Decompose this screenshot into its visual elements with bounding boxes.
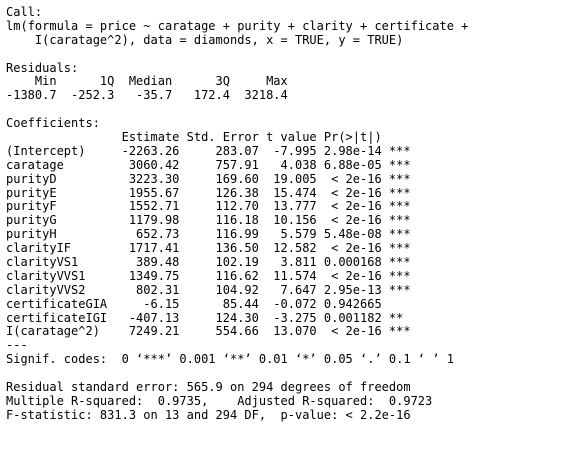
coefficient-term: certificateIGI xyxy=(6,311,122,325)
coefficient-row: clarityVVS2 802.31 104.92 7.647 2.95e-13… xyxy=(6,284,570,298)
signif-separator: --- xyxy=(6,339,28,353)
residuals-labels: Min 1Q Median 3Q Max xyxy=(6,75,295,89)
f-statistic: F-statistic: 831.3 on 13 and 294 DF, p-v… xyxy=(6,408,411,422)
coefficient-values: -2263.26 283.07 -7.995 2.98e-14 *** xyxy=(121,144,411,158)
coefficient-values: 1955.67 126.38 15.474 < 2e-16 *** xyxy=(121,186,411,200)
coefficient-values: -6.15 85.44 -0.072 0.942665 xyxy=(121,297,411,311)
coefficient-term: certificateGIA xyxy=(6,297,122,311)
coefficient-row: clarityVS1 389.48 102.19 3.811 0.000168 … xyxy=(6,256,570,270)
coefficients-header: Coefficients: xyxy=(6,117,100,131)
r-console-output: Call: lm(formula = price ~ caratage + pu… xyxy=(6,6,570,466)
coefficient-term: clarityIF xyxy=(6,242,122,256)
coefficient-row: purityE 1955.67 126.38 15.474 < 2e-16 **… xyxy=(6,187,570,201)
coefficient-values: 7249.21 554.66 13.070 < 2e-16 *** xyxy=(121,325,411,339)
coefficient-row: I(caratage^2) 7249.21 554.66 13.070 < 2e… xyxy=(6,325,570,339)
coefficient-values: 1717.41 136.50 12.582 < 2e-16 *** xyxy=(121,242,411,256)
coefficient-values: 389.48 102.19 3.811 0.000168 *** xyxy=(121,256,411,270)
coefficient-values: 1552.71 112.70 13.777 < 2e-16 *** xyxy=(121,200,411,214)
coefficient-term: purityG xyxy=(6,214,122,228)
coefficient-term: clarityVVS2 xyxy=(6,283,122,297)
coefficient-term: purityD xyxy=(6,172,122,186)
coefficient-term: purityE xyxy=(6,186,122,200)
coefficient-values: 652.73 116.99 5.579 5.48e-08 *** xyxy=(121,228,411,242)
coefficient-values: -407.13 124.30 -3.275 0.001182 ** xyxy=(121,311,411,325)
coefficient-row: clarityVVS1 1349.75 116.62 11.574 < 2e-1… xyxy=(6,270,570,284)
coefficient-term: clarityVS1 xyxy=(6,256,122,270)
residuals-header: Residuals: xyxy=(6,61,79,75)
coefficient-values: 1349.75 116.62 11.574 < 2e-16 *** xyxy=(121,269,411,283)
coefficient-row: certificateGIA -6.15 85.44 -0.072 0.9426… xyxy=(6,298,570,312)
signif-codes: Signif. codes: 0 ‘***’ 0.001 ‘**’ 0.01 ‘… xyxy=(6,353,454,367)
coefficient-row: purityG 1179.98 116.18 10.156 < 2e-16 **… xyxy=(6,214,570,228)
coefficients-column-headers: Estimate Std. Error t value Pr(>|t|) xyxy=(6,131,411,145)
coefficient-row: certificateIGI -407.13 124.30 -3.275 0.0… xyxy=(6,312,570,326)
coefficient-term: I(caratage^2) xyxy=(6,325,122,339)
coefficient-term: purityH xyxy=(6,228,122,242)
coefficient-term: purityF xyxy=(6,200,122,214)
coefficient-row: purityF 1552.71 112.70 13.777 < 2e-16 **… xyxy=(6,200,570,214)
coefficient-values: 3060.42 757.91 4.038 6.88e-05 *** xyxy=(121,158,411,172)
coefficient-row: (Intercept) -2263.26 283.07 -7.995 2.98e… xyxy=(6,145,570,159)
r-squared: Multiple R-squared: 0.9735, Adjusted R-s… xyxy=(6,394,440,408)
coefficient-values: 1179.98 116.18 10.156 < 2e-16 *** xyxy=(121,214,411,228)
residuals-values: -1380.7 -252.3 -35.7 172.4 3218.4 xyxy=(6,89,295,103)
coefficient-row: purityH 652.73 116.99 5.579 5.48e-08 *** xyxy=(6,228,570,242)
call-formula-line-1: lm(formula = price ~ caratage + purity +… xyxy=(6,19,469,33)
coefficient-values: 3223.30 169.60 19.005 < 2e-16 *** xyxy=(121,172,411,186)
coefficient-term: caratage xyxy=(6,158,122,172)
call-formula-line-2: I(caratage^2), data = diamonds, x = TRUE… xyxy=(6,33,404,47)
coefficient-values: 802.31 104.92 7.647 2.95e-13 *** xyxy=(121,283,411,297)
coefficient-row: caratage 3060.42 757.91 4.038 6.88e-05 *… xyxy=(6,159,570,173)
coefficient-row: clarityIF 1717.41 136.50 12.582 < 2e-16 … xyxy=(6,242,570,256)
call-header: Call: xyxy=(6,6,43,19)
residual-standard-error: Residual standard error: 565.9 on 294 de… xyxy=(6,381,411,395)
coefficient-term: clarityVVS1 xyxy=(6,269,122,283)
coefficient-term: (Intercept) xyxy=(6,144,122,158)
coefficient-row: purityD 3223.30 169.60 19.005 < 2e-16 **… xyxy=(6,173,570,187)
